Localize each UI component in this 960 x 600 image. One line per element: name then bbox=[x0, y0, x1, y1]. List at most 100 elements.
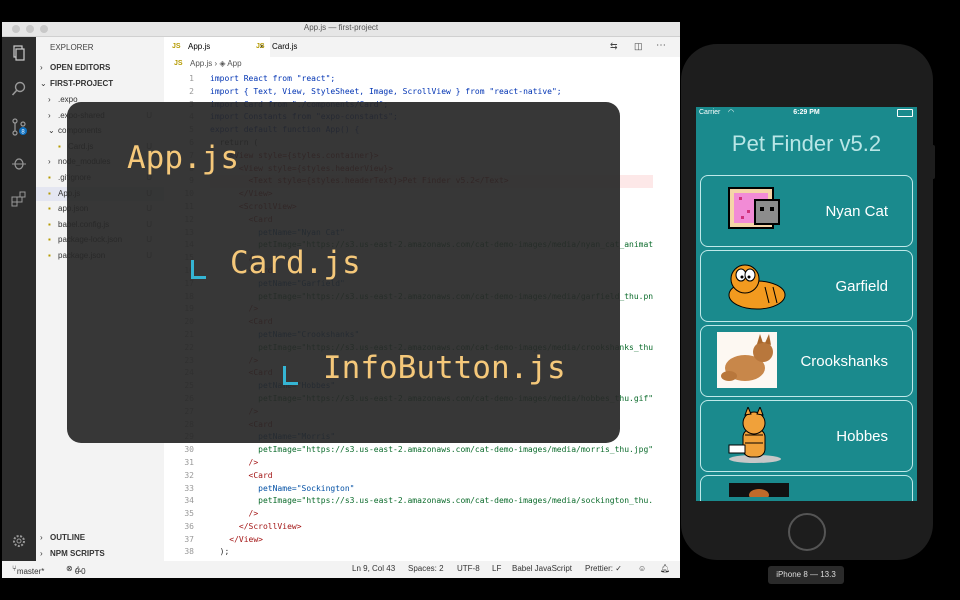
overlay-item-infobutton: InfoButton.js bbox=[323, 350, 566, 386]
chevron-right-icon: › bbox=[48, 110, 51, 120]
code-line[interactable]: import React from "react"; bbox=[210, 73, 653, 86]
code-line[interactable]: /> bbox=[210, 457, 653, 470]
line-number: 33 bbox=[184, 483, 194, 493]
device-label: iPhone 8 — 13.3 bbox=[768, 566, 844, 584]
chevron-down-icon: ⌄ bbox=[40, 79, 47, 88]
more-actions-icon[interactable]: ⋯ bbox=[656, 40, 666, 51]
language-mode[interactable]: Babel JavaScript bbox=[512, 564, 572, 573]
phone-screen: Carrier ◠ 6:29 PM Pet Finder v5.2 Nyan C… bbox=[696, 107, 917, 501]
code-line[interactable]: <Card bbox=[210, 470, 653, 483]
encoding[interactable]: UTF-8 bbox=[457, 564, 480, 573]
code-line[interactable]: petImage="https://s3.us-east-2.amazonaws… bbox=[210, 444, 653, 457]
file-icon: ▪ bbox=[48, 219, 51, 229]
branch-indicator[interactable]: ⑂ master* bbox=[12, 564, 44, 576]
pet-card[interactable] bbox=[700, 475, 913, 501]
pet-card[interactable]: Garfield bbox=[700, 250, 913, 322]
file-icon: ▪ bbox=[48, 173, 51, 182]
file-icon: ▪ bbox=[48, 188, 51, 198]
tab-card-js[interactable]: JS Card.js bbox=[248, 37, 342, 57]
code-line[interactable]: </ScrollView> bbox=[210, 521, 653, 534]
project-section[interactable]: ⌄ FIRST-PROJECT bbox=[36, 77, 164, 91]
explorer-header: EXPLORER bbox=[50, 43, 94, 52]
file-icon: ▪ bbox=[48, 235, 51, 245]
source-control-icon[interactable]: 8 bbox=[9, 117, 29, 137]
javascript-file-icon: JS bbox=[174, 60, 183, 67]
debug-icon[interactable] bbox=[9, 153, 29, 173]
code-line[interactable]: petName="Sockington" bbox=[210, 483, 653, 496]
pet-image bbox=[725, 257, 787, 313]
npm-scripts-section[interactable]: › NPM SCRIPTS bbox=[36, 547, 164, 561]
file-icon: ▪ bbox=[48, 204, 51, 214]
feedback-icon[interactable]: ☺ bbox=[638, 564, 646, 573]
pet-name: Crookshanks bbox=[800, 353, 888, 370]
cursor-position[interactable]: Ln 9, Col 43 bbox=[352, 564, 395, 573]
tree-branch-icon bbox=[283, 366, 298, 385]
pet-card[interactable]: Crookshanks bbox=[700, 325, 913, 397]
split-editor-icon[interactable]: ◫ bbox=[634, 41, 643, 52]
app-title: Pet Finder v5.2 bbox=[731, 131, 882, 156]
code-line[interactable]: ); bbox=[210, 546, 653, 559]
line-number: 37 bbox=[184, 534, 194, 544]
line-number: 30 bbox=[184, 445, 194, 455]
pet-image bbox=[723, 405, 785, 463]
line-number: 35 bbox=[184, 509, 194, 519]
problems-indicator[interactable]: ⊗ 0 △ 0 bbox=[66, 564, 86, 576]
file-icon: ▪ bbox=[48, 251, 51, 260]
chevron-right-icon: › bbox=[48, 157, 51, 167]
line-ending[interactable]: LF bbox=[492, 564, 501, 573]
ios-status-bar: Carrier ◠ 6:29 PM bbox=[696, 107, 917, 119]
chevron-right-icon: › bbox=[40, 533, 43, 542]
file-icon: ▪ bbox=[58, 141, 61, 151]
files-icon[interactable] bbox=[9, 43, 29, 63]
outline-section[interactable]: › OUTLINE bbox=[36, 531, 164, 545]
overlay-item-app: App.js bbox=[127, 140, 239, 176]
home-button[interactable] bbox=[788, 513, 826, 551]
bell-icon[interactable]: 🔔︎ bbox=[660, 564, 670, 573]
line-number: 2 bbox=[189, 86, 194, 96]
settings-gear-icon[interactable] bbox=[9, 531, 29, 551]
breadcrumb: JS App.js › ◈ App bbox=[164, 57, 242, 71]
breadcrumb-file[interactable]: App.js bbox=[190, 59, 212, 68]
code-line[interactable]: import { Text, View, StyleSheet, Image, … bbox=[210, 86, 653, 99]
chevron-right-icon: › bbox=[40, 63, 43, 72]
javascript-file-icon: JS bbox=[172, 43, 181, 50]
status-bar: ⑂ master* ⊗ 0 △ 0 Ln 9, Col 43 Spaces: 2… bbox=[2, 561, 680, 578]
search-icon[interactable] bbox=[9, 79, 29, 99]
code-line[interactable]: </View> bbox=[210, 534, 653, 547]
line-number: 31 bbox=[184, 457, 194, 467]
activity-bar: 8 bbox=[2, 37, 36, 561]
chevron-right-icon: › bbox=[48, 95, 51, 104]
line-number: 32 bbox=[184, 470, 194, 480]
prettier-status[interactable]: Prettier: ✓ bbox=[585, 564, 622, 573]
overlay-item-card: Card.js bbox=[230, 245, 361, 281]
pet-name: Nyan Cat bbox=[825, 203, 888, 220]
code-line[interactable]: /> bbox=[210, 508, 653, 521]
pet-card[interactable]: Nyan Cat bbox=[700, 175, 913, 247]
breadcrumb-symbol[interactable]: App bbox=[227, 59, 241, 68]
javascript-file-icon: JS bbox=[256, 43, 265, 50]
pet-image bbox=[729, 483, 789, 501]
pet-card[interactable]: Hobbes bbox=[700, 400, 913, 472]
code-line[interactable]: petImage="https://s3.us-east-2.amazonaws… bbox=[210, 495, 653, 508]
line-number: 38 bbox=[184, 547, 194, 557]
line-number: 36 bbox=[184, 521, 194, 531]
extensions-icon[interactable] bbox=[9, 189, 29, 209]
pet-image bbox=[725, 182, 787, 236]
pet-name: Hobbes bbox=[836, 428, 888, 445]
line-number: 1 bbox=[189, 74, 194, 83]
battery-icon bbox=[897, 109, 913, 117]
chevron-down-icon: ⌄ bbox=[48, 126, 55, 136]
tab-bar: JS App.js × JS Card.js ⇆ ◫ ⋯ bbox=[164, 37, 680, 57]
side-button bbox=[930, 145, 935, 179]
pet-name: Garfield bbox=[835, 278, 888, 295]
line-number: 34 bbox=[184, 496, 194, 506]
open-editors-section[interactable]: › OPEN EDITORS bbox=[36, 61, 164, 75]
indentation[interactable]: Spaces: 2 bbox=[408, 564, 444, 573]
cube-icon: ◈ bbox=[219, 59, 226, 68]
tree-branch-icon bbox=[191, 260, 206, 279]
window-title: App.js — first-project bbox=[303, 23, 379, 32]
chevron-right-icon: › bbox=[40, 549, 43, 558]
compare-changes-icon[interactable]: ⇆ bbox=[610, 41, 618, 52]
pet-image bbox=[717, 332, 777, 388]
file-tree-overlay: App.js Card.js InfoButton.js bbox=[67, 102, 620, 443]
